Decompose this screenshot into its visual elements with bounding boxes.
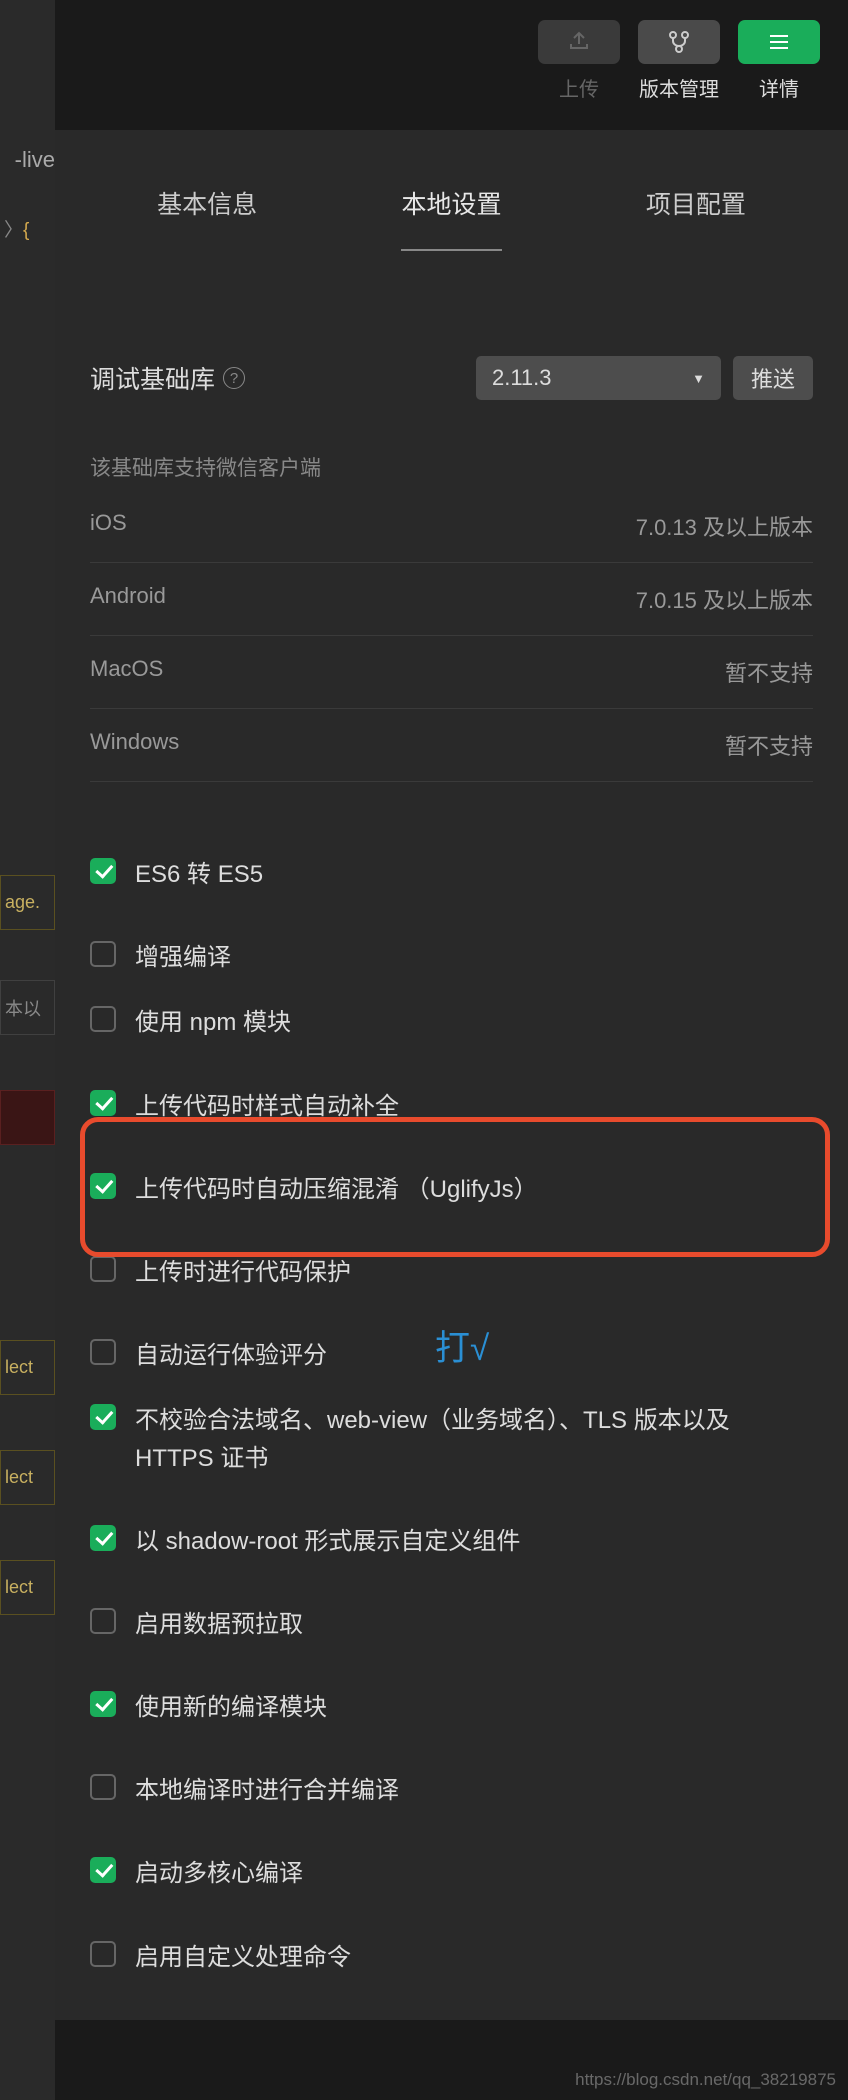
breadcrumb-fragment: 〉{: [0, 215, 29, 242]
upload-icon: [566, 29, 592, 55]
editor-tab-fragment: -live: [0, 147, 55, 173]
option-row: 上传代码时样式自动补全: [90, 1074, 813, 1139]
left-tab-blank2[interactable]: [0, 1145, 55, 1200]
option-row: 启用数据预拉取: [90, 1592, 813, 1657]
option-label: 本地编译时进行合并编译: [135, 1772, 399, 1809]
option-label: 启用自定义处理命令: [135, 1939, 351, 1976]
option-label: 使用新的编译模块: [135, 1689, 327, 1726]
option-label: 使用 npm 模块: [135, 1004, 291, 1041]
tab-local[interactable]: 本地设置: [401, 185, 501, 251]
option-label: ES6 转 ES5: [135, 856, 263, 893]
option-label: 上传时进行代码保护: [135, 1254, 351, 1291]
left-tab-blank5[interactable]: [0, 1615, 55, 1670]
push-button[interactable]: 推送: [733, 356, 813, 400]
option-row: 增强编译: [90, 925, 813, 990]
upload-button: [538, 20, 620, 64]
debug-version-select[interactable]: 2.11.3 ▼: [476, 356, 721, 400]
settings-panel: 基本信息 本地设置 项目配置 调试基础库 ? 2.11.3 ▼ 推送 该基础库支…: [55, 130, 848, 2020]
option-checkbox[interactable]: [90, 1608, 116, 1634]
option-label: 启用数据预拉取: [135, 1606, 303, 1643]
compat-row: iOS7.0.13 及以上版本: [90, 490, 813, 563]
options-section: ES6 转 ES5 增强编译使用 npm 模块上传代码时样式自动补全上传代码时自动…: [55, 812, 848, 2020]
debug-label: 调试基础库 ?: [90, 360, 245, 396]
debug-caption: 该基础库支持微信客户端: [90, 452, 813, 482]
details-button[interactable]: [738, 20, 820, 64]
option-label: 启动多核心编译: [135, 1855, 303, 1892]
option-checkbox[interactable]: [90, 941, 116, 967]
left-tab-lect3[interactable]: lect: [0, 1560, 55, 1615]
left-tab-red[interactable]: [0, 1090, 55, 1145]
option-row: 上传时进行代码保护: [90, 1240, 813, 1305]
settings-tabs: 基本信息 本地设置 项目配置: [55, 130, 848, 251]
option-row: 启动多核心编译: [90, 1841, 813, 1906]
option-checkbox[interactable]: [90, 1256, 116, 1282]
option-label: 上传代码时样式自动补全: [135, 1088, 399, 1125]
left-tab-lect1[interactable]: lect: [0, 1340, 55, 1395]
left-tab-blank[interactable]: [0, 1035, 55, 1090]
left-tab-blank4[interactable]: [0, 1505, 55, 1560]
compat-table: iOS7.0.13 及以上版本 Android7.0.15 及以上版本 MacO…: [90, 490, 813, 782]
version-label: 版本管理: [639, 73, 719, 102]
compat-row: Android7.0.15 及以上版本: [90, 563, 813, 636]
tab-basic[interactable]: 基本信息: [157, 185, 257, 251]
option-checkbox[interactable]: [90, 858, 116, 884]
option-label: 增强编译: [135, 939, 231, 976]
compat-row: MacOS暂不支持: [90, 636, 813, 709]
option-label: 上传代码时自动压缩混淆 （UglifyJs）: [135, 1171, 538, 1208]
option-row: 使用 npm 模块: [90, 990, 813, 1055]
left-tab-ben[interactable]: 本以: [0, 980, 55, 1035]
option-label: 以 shadow-root 形式展示自定义组件: [135, 1523, 520, 1560]
top-toolbar: 上传 版本管理 详情: [538, 20, 820, 102]
git-branch-icon: [666, 29, 692, 55]
option-label: 自动运行体验评分: [135, 1337, 327, 1374]
option-row: 使用新的编译模块: [90, 1675, 813, 1740]
option-checkbox[interactable]: [90, 1404, 116, 1430]
compat-row: Windows暂不支持: [90, 709, 813, 782]
tab-project[interactable]: 项目配置: [646, 185, 746, 251]
option-row: 启用自定义处理命令: [90, 1925, 813, 1990]
left-tab-lect2[interactable]: lect: [0, 1450, 55, 1505]
upload-label: 上传: [559, 73, 599, 102]
version-button[interactable]: [638, 20, 720, 64]
option-checkbox[interactable]: [90, 1857, 116, 1883]
option-checkbox[interactable]: [90, 1774, 116, 1800]
option-checkbox[interactable]: [90, 1525, 116, 1551]
option-label: 不校验合法域名、web-view（业务域名）、TLS 版本以及 HTTPS 证书: [135, 1402, 813, 1476]
option-checkbox[interactable]: [90, 1090, 116, 1116]
option-row: ES6 转 ES5: [90, 842, 813, 907]
option-checkbox[interactable]: [90, 1173, 116, 1199]
left-tab-blank3[interactable]: [0, 1395, 55, 1450]
annotation-text: 打√: [435, 1320, 489, 1371]
left-tab-age[interactable]: age.: [0, 875, 55, 930]
option-row: 以 shadow-root 形式展示自定义组件: [90, 1509, 813, 1574]
watermark: https://blog.csdn.net/qq_38219875: [575, 2070, 836, 2090]
option-row: 不校验合法域名、web-view（业务域名）、TLS 版本以及 HTTPS 证书: [90, 1388, 813, 1490]
details-label: 详情: [759, 73, 799, 102]
option-checkbox[interactable]: [90, 1691, 116, 1717]
debug-section: 调试基础库 ? 2.11.3 ▼ 推送 该基础库支持微信客户端 iOS7.0.1…: [55, 251, 848, 812]
option-checkbox[interactable]: [90, 1006, 116, 1032]
chevron-down-icon: ▼: [692, 371, 705, 386]
option-row: 上传代码时自动压缩混淆 （UglifyJs）: [90, 1157, 813, 1222]
hamburger-icon: [766, 29, 792, 55]
option-checkbox[interactable]: [90, 1339, 116, 1365]
help-icon[interactable]: ?: [223, 367, 245, 389]
option-checkbox[interactable]: [90, 1941, 116, 1967]
option-row: 本地编译时进行合并编译: [90, 1758, 813, 1823]
